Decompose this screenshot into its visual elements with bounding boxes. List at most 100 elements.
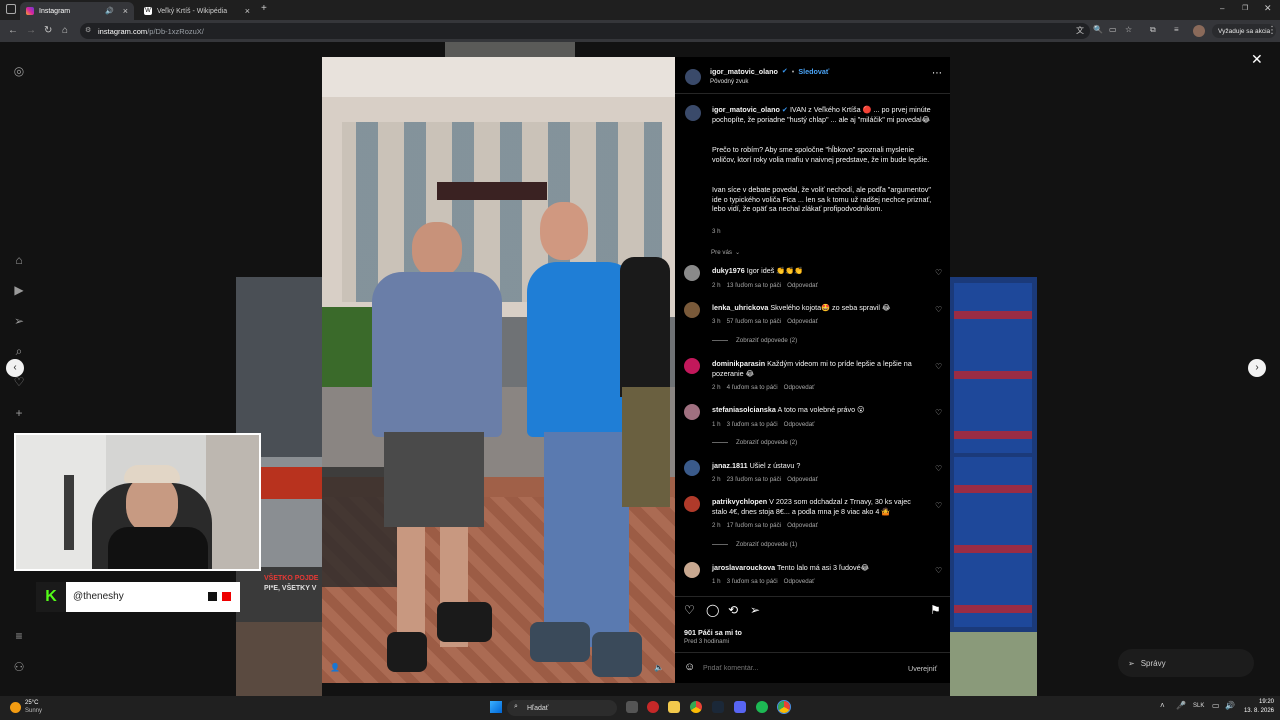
previous-post-button[interactable]: ‹	[6, 359, 24, 377]
tab-wikipedia[interactable]: W Veľký Krtíš - Wikipédia ×	[138, 2, 256, 20]
comment-avatar[interactable]	[684, 404, 700, 420]
start-windows-icon[interactable]	[490, 701, 502, 713]
comment-likes[interactable]: 17 ľuďom sa to páči	[727, 522, 781, 529]
comment-username[interactable]: janaz.1811	[712, 461, 748, 470]
clock-date[interactable]: 13. 8. 2026	[1236, 708, 1274, 714]
comment-likes[interactable]: 4 ľuďom sa to páči	[727, 384, 778, 391]
view-replies-button[interactable]: Zobraziť odpovede (2)	[712, 337, 797, 344]
author-username[interactable]: igor_matovic_olano	[710, 67, 778, 77]
close-window-icon[interactable]: ✕	[1264, 3, 1272, 14]
task-view-icon[interactable]	[626, 701, 638, 713]
menu-dots-icon[interactable]: ⋮	[1267, 25, 1277, 36]
translate-icon[interactable]: 文	[1076, 25, 1084, 36]
comment-like-heart-icon[interactable]: ♡	[935, 362, 942, 371]
reply-button[interactable]: Odpovedať	[784, 421, 815, 428]
reels-nav-icon[interactable]: ▶	[12, 283, 26, 297]
tray-chevron-icon[interactable]: ˄	[1160, 701, 1165, 710]
new-tab-icon[interactable]: +	[261, 3, 267, 14]
file-explorer-icon[interactable]	[668, 701, 680, 713]
reply-button[interactable]: Odpovedať	[787, 522, 818, 529]
comment-like-heart-icon[interactable]: ♡	[935, 408, 942, 417]
close-modal-icon[interactable]: ✕	[1251, 51, 1263, 68]
author-avatar[interactable]	[685, 69, 701, 85]
notifications-nav-icon[interactable]: ♡	[12, 375, 26, 389]
caption-author[interactable]: igor_matovic_olano	[712, 105, 780, 114]
comment-avatar[interactable]	[684, 302, 700, 318]
speaker-icon[interactable]: 🔊	[105, 7, 114, 15]
close-tab-icon[interactable]: ×	[123, 6, 128, 16]
address-bar[interactable]: ⚙ instagram.com/p/Db-1xzRozuX/	[80, 23, 1090, 39]
volume-icon[interactable]: 🔊	[1225, 701, 1235, 710]
minimize-icon[interactable]: –	[1220, 4, 1224, 13]
comment-avatar[interactable]	[684, 460, 700, 476]
comment-avatar[interactable]	[684, 358, 700, 374]
comment-like-heart-icon[interactable]: ♡	[935, 501, 942, 510]
threads-nav-icon[interactable]: ⚇	[12, 660, 26, 674]
reply-button[interactable]: Odpovedať	[784, 578, 815, 585]
reply-button[interactable]: Odpovedať	[787, 476, 818, 483]
comment-like-heart-icon[interactable]: ♡	[935, 464, 942, 473]
comment-username[interactable]: jaroslavarouckova	[712, 563, 775, 572]
tagged-user-icon[interactable]: 👤	[330, 663, 340, 672]
comment-sort[interactable]: Pre vás ⌄	[711, 249, 740, 256]
profile-avatar[interactable]	[1193, 25, 1205, 37]
comment-bubble-icon[interactable]: ◯	[706, 603, 719, 617]
media-control-icon[interactable]: ≡	[1174, 25, 1179, 34]
weather-desc[interactable]: Sunny	[25, 708, 42, 714]
mic-icon[interactable]: 🎤	[1176, 701, 1186, 710]
direct-nav-icon[interactable]: ➢	[12, 314, 26, 328]
tab-instagram[interactable]: Instagram 🔊 ×	[20, 2, 134, 20]
like-heart-icon[interactable]: ♡	[684, 603, 695, 617]
emoji-icon[interactable]: ☺	[684, 661, 695, 673]
publish-button[interactable]: Uverejniť	[908, 664, 937, 674]
site-info-icon[interactable]: ⚙	[85, 26, 91, 34]
extensions-icon[interactable]: ⧉	[1150, 25, 1156, 35]
caption-author-avatar[interactable]	[685, 105, 701, 121]
next-post-button[interactable]: ›	[1248, 359, 1266, 377]
spotify-icon[interactable]	[756, 701, 768, 713]
comment-username[interactable]: duky1976	[712, 266, 745, 275]
instagram-logo-icon[interactable]: ◎	[12, 64, 26, 78]
create-nav-icon[interactable]: +	[12, 406, 26, 420]
likes-count[interactable]: 901 Páči sa mi to	[684, 628, 742, 638]
network-icon[interactable]: ▭	[1212, 701, 1220, 710]
add-comment-input[interactable]	[703, 662, 893, 674]
comment-likes[interactable]: 57 ľuďom sa to páči	[727, 318, 781, 325]
taskbar-search[interactable]: ⌕ Hľadať	[507, 700, 617, 716]
save-bookmark-icon[interactable]: ⚑	[930, 603, 941, 617]
comment-like-heart-icon[interactable]: ♡	[935, 566, 942, 575]
follow-button[interactable]: Sledovať	[798, 67, 829, 77]
comment-username[interactable]: dominikparasin	[712, 359, 765, 368]
comment-likes[interactable]: 3 ľuďom sa to páči	[727, 421, 778, 428]
home-icon[interactable]: ⌂	[62, 25, 68, 36]
reply-button[interactable]: Odpovedať	[784, 384, 815, 391]
repost-icon[interactable]: ⟲	[728, 603, 738, 617]
view-replies-button[interactable]: Zobraziť odpovede (2)	[712, 439, 797, 446]
comment-like-heart-icon[interactable]: ♡	[935, 268, 942, 277]
steam-icon[interactable]	[712, 701, 724, 713]
weather-sun-icon[interactable]	[10, 702, 21, 713]
app-icon[interactable]	[647, 701, 659, 713]
comment-username[interactable]: patrikvychlopen	[712, 497, 767, 506]
close-tab-icon[interactable]: ×	[245, 6, 250, 16]
tab-search-icon[interactable]	[6, 4, 16, 14]
zoom-icon[interactable]: 🔍	[1093, 25, 1103, 34]
comment-username[interactable]: stefaniasolcianska	[712, 405, 776, 414]
share-icon[interactable]: ➢	[750, 603, 760, 617]
maximize-icon[interactable]: ❐	[1242, 4, 1248, 12]
weather-temp[interactable]: 25°C	[25, 700, 38, 706]
audio-label[interactable]: Pôvodný zvuk	[710, 78, 749, 85]
view-replies-button[interactable]: Zobraziť odpovede (1)	[712, 541, 797, 548]
back-icon[interactable]: ←	[8, 25, 18, 36]
comment-likes[interactable]: 3 ľuďom sa to páči	[727, 578, 778, 585]
clock-time[interactable]: 19:20	[1240, 699, 1274, 705]
home-nav-icon[interactable]: ⌂	[12, 253, 26, 267]
post-video[interactable]: 👤 🔈	[322, 57, 675, 683]
language-indicator[interactable]: SLK	[1193, 703, 1204, 709]
comment-username[interactable]: lenka_uhrickova	[712, 303, 768, 312]
mute-toggle-icon[interactable]: 🔈	[654, 663, 664, 672]
chrome-active-icon[interactable]	[777, 700, 791, 714]
comment-avatar[interactable]	[684, 265, 700, 281]
reload-icon[interactable]: ↻	[44, 25, 52, 36]
discord-icon[interactable]	[734, 701, 746, 713]
